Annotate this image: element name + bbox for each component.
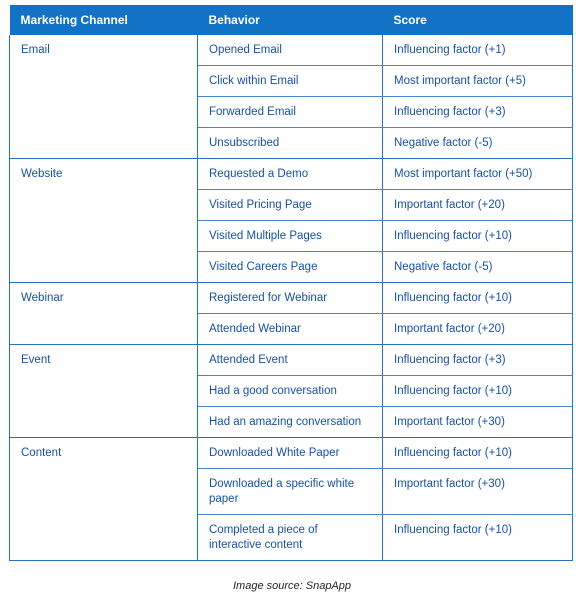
behavior-label: Visited Pricing Page (209, 199, 312, 211)
channel-label: Event (21, 354, 51, 366)
behavior-label: Click within Email (209, 75, 299, 87)
document-canvas: Marketing Channel Behavior Score Email Op… (0, 0, 584, 604)
score-cell: Influencing factor (+10) (382, 514, 573, 561)
table-header: Marketing Channel Behavior Score (9, 5, 573, 35)
behavior-label: Opened Email (209, 44, 282, 56)
score-cell: Influencing factor (+10) (382, 220, 573, 252)
behavior-label: Downloaded a specific white paper (209, 478, 355, 505)
behavior-cell: Downloaded White Paper (197, 437, 383, 469)
column-header-behavior: Behavior (197, 5, 383, 35)
column-header-score: Score (382, 5, 573, 35)
score-cell: Influencing factor (+1) (382, 35, 573, 66)
channel-cell: Website (9, 158, 198, 283)
image-source-caption: Image source: SnapApp (232, 580, 352, 592)
score-cell: Important factor (+30) (382, 468, 573, 515)
score-label: Influencing factor (+10) (394, 385, 512, 397)
behavior-label: Registered for Webinar (209, 292, 328, 304)
behavior-cell: Had a good conversation (197, 375, 383, 407)
channel-label: Content (21, 447, 62, 459)
score-label: Negative factor (-5) (394, 137, 493, 149)
behavior-label: Requested a Demo (209, 168, 309, 180)
channel-cell: Content (9, 437, 198, 561)
behavior-cell: Click within Email (197, 65, 383, 97)
behavior-label: Visited Careers Page (209, 261, 318, 273)
score-cell: Most important factor (+50) (382, 158, 573, 190)
behavior-cell: Downloaded a specific white paper (197, 468, 383, 515)
behavior-cell: Opened Email (197, 35, 383, 66)
table-header-row: Marketing Channel Behavior Score (9, 5, 573, 35)
behavior-cell: Had an amazing conversation (197, 406, 383, 438)
behavior-cell: Attended Webinar (197, 313, 383, 345)
score-label: Influencing factor (+10) (394, 447, 512, 459)
lead-scoring-table: Marketing Channel Behavior Score Email Op… (9, 5, 573, 561)
score-label: Influencing factor (+10) (394, 524, 512, 536)
behavior-label: Visited Multiple Pages (209, 230, 322, 242)
score-label: Influencing factor (+3) (394, 354, 506, 366)
channel-label: Website (21, 168, 63, 180)
behavior-label: Had a good conversation (209, 385, 337, 397)
behavior-cell: Forwarded Email (197, 96, 383, 128)
behavior-cell: Visited Careers Page (197, 251, 383, 283)
behavior-cell: Completed a piece of interactive content (197, 514, 383, 561)
behavior-cell: Unsubscribed (197, 127, 383, 159)
channel-cell: Email (9, 35, 198, 159)
behavior-label: Attended Event (209, 354, 288, 366)
table-row: Website Requested a Demo Most important fa… (9, 158, 573, 283)
score-cell: Negative factor (-5) (382, 127, 573, 159)
score-label: Important factor (+30) (394, 416, 505, 428)
table-row: Content Downloaded White Paper Influencing… (9, 437, 573, 561)
score-label: Influencing factor (+10) (394, 230, 512, 242)
behavior-label: Downloaded White Paper (209, 447, 340, 459)
table-row: Event Attended Event Influencing factor (+… (9, 344, 573, 438)
score-label: Important factor (+20) (394, 199, 505, 211)
behavior-cell: Visited Pricing Page (197, 189, 383, 221)
score-cell: Influencing factor (+3) (382, 96, 573, 128)
score-cell: Influencing factor (+3) (382, 344, 573, 376)
score-label: Influencing factor (+1) (394, 44, 506, 56)
score-cell: Influencing factor (+10) (382, 375, 573, 407)
score-cell: Influencing factor (+10) (382, 437, 573, 469)
behavior-label: Attended Webinar (209, 323, 301, 335)
channel-cell: Event (9, 344, 198, 438)
table-body: Email Opened Email Influencing factor (+1)… (9, 35, 573, 561)
behavior-cell: Registered for Webinar (197, 282, 383, 314)
score-label: Important factor (+20) (394, 323, 505, 335)
score-label: Most important factor (+5) (394, 75, 526, 87)
score-cell: Important factor (+20) (382, 313, 573, 345)
behavior-label: Had an amazing conversation (209, 416, 362, 428)
score-cell: Negative factor (-5) (382, 251, 573, 283)
behavior-cell: Requested a Demo (197, 158, 383, 190)
table-row: Webinar Registered for Webinar Influencing… (9, 282, 573, 345)
column-header-marketing-channel: Marketing Channel (9, 5, 198, 35)
behavior-label: Completed a piece of interactive content (209, 524, 318, 551)
behavior-label: Forwarded Email (209, 106, 296, 118)
channel-label: Email (21, 44, 50, 56)
score-label: Most important factor (+50) (394, 168, 533, 180)
score-cell: Important factor (+20) (382, 189, 573, 221)
channel-label: Webinar (21, 292, 64, 304)
score-label: Influencing factor (+3) (394, 106, 506, 118)
table-row: Email Opened Email Influencing factor (+1) (9, 35, 573, 159)
score-label: Important factor (+30) (394, 478, 505, 490)
score-cell: Influencing factor (+10) (382, 282, 573, 314)
behavior-cell: Attended Event (197, 344, 383, 376)
behavior-cell: Visited Multiple Pages (197, 220, 383, 252)
channel-cell: Webinar (9, 282, 198, 345)
score-label: Negative factor (-5) (394, 261, 493, 273)
score-label: Influencing factor (+10) (394, 292, 512, 304)
score-cell: Most important factor (+5) (382, 65, 573, 97)
behavior-label: Unsubscribed (209, 137, 280, 149)
score-cell: Important factor (+30) (382, 406, 573, 438)
